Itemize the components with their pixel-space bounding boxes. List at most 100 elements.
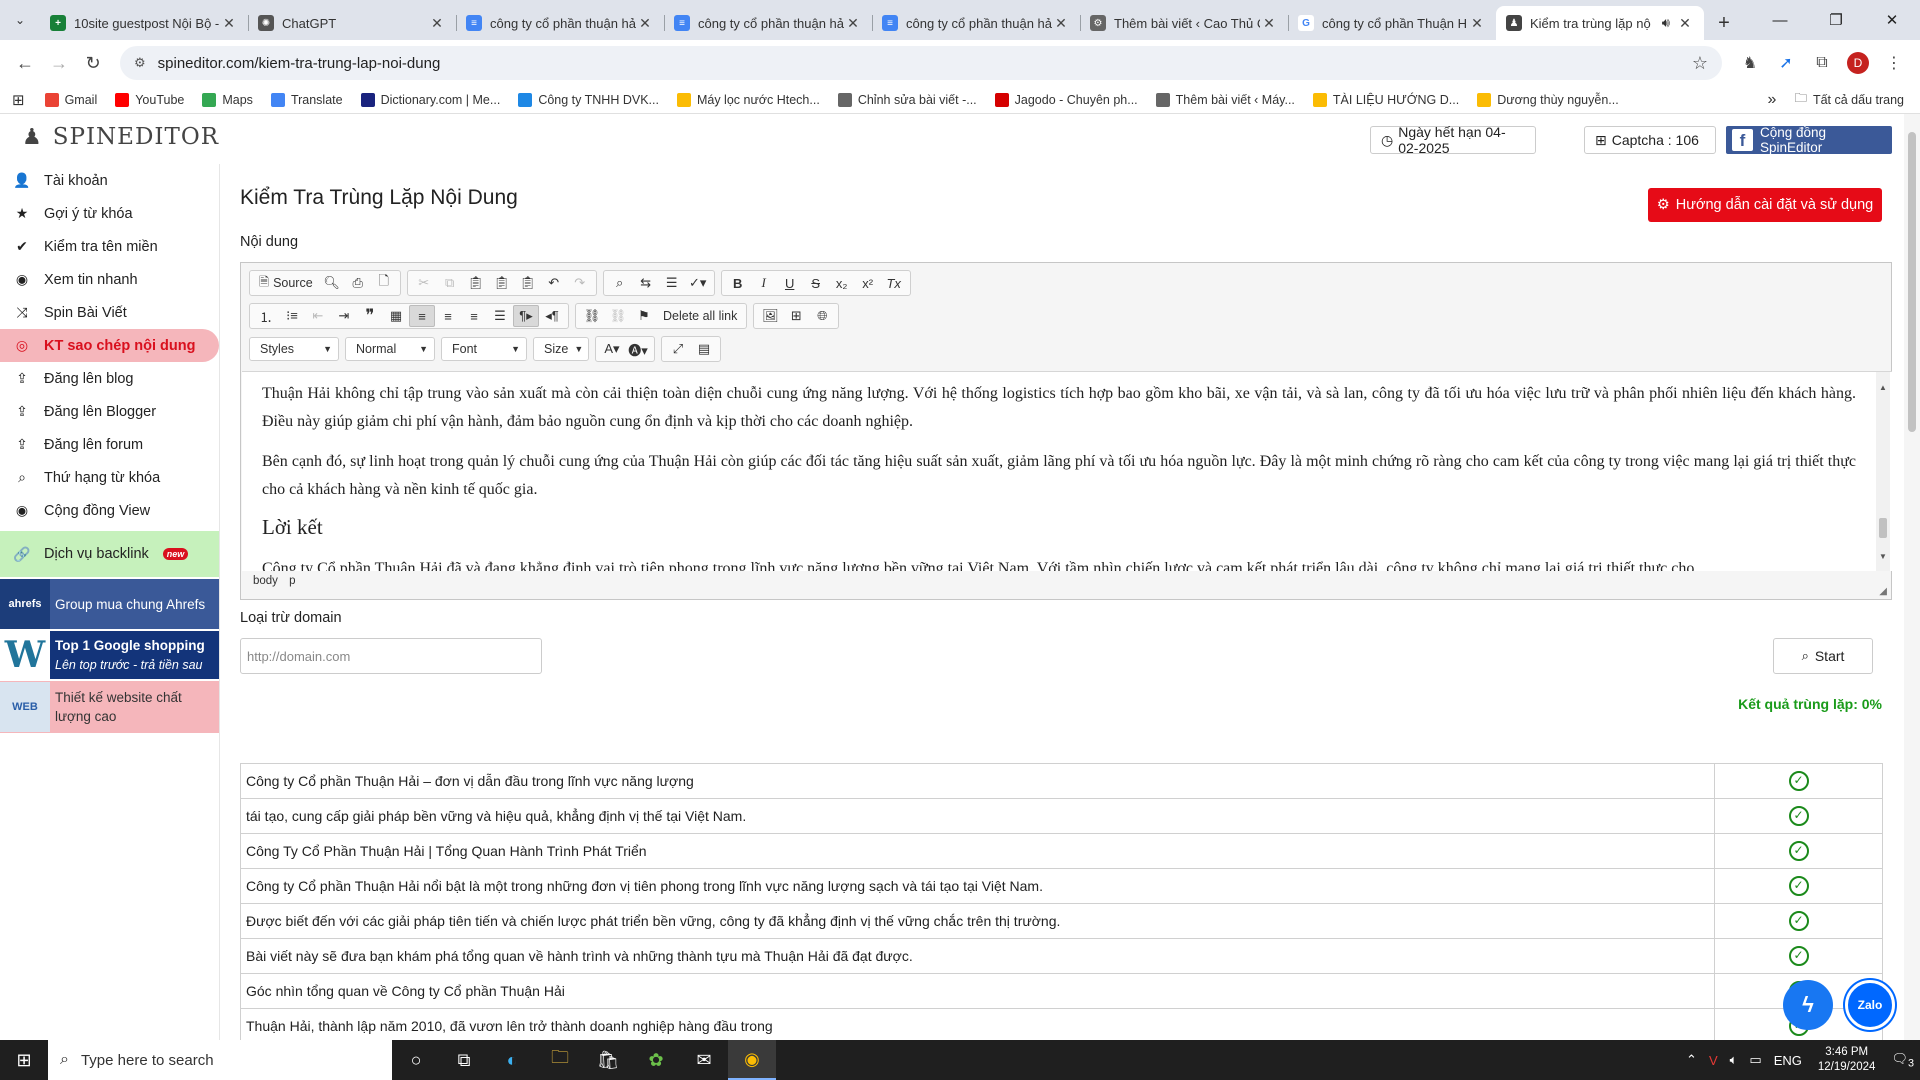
unlink-icon[interactable]: ⛓ xyxy=(605,305,631,327)
new-tab-button[interactable]: + xyxy=(1704,6,1744,40)
bg-color-icon[interactable]: 🅐▾ xyxy=(625,338,651,360)
italic-icon[interactable]: I xyxy=(751,272,777,294)
tray-chevron-icon[interactable]: ⌃ xyxy=(1686,1052,1697,1068)
sidebar-item[interactable]: 👤 Tài khoản xyxy=(0,164,219,197)
show-blocks-icon[interactable]: ▤ xyxy=(691,338,717,360)
tab-close-icon[interactable]: ✕ xyxy=(1260,15,1278,32)
find-icon[interactable]: ⌕ xyxy=(607,272,633,294)
sidebar-item[interactable]: ⇪ Đăng lên blog xyxy=(0,362,219,395)
subscript-icon[interactable]: x₂ xyxy=(829,272,855,294)
extensions-puzzle-icon[interactable]: ⧉ xyxy=(1804,46,1840,80)
scroll-up-icon[interactable]: ▲ xyxy=(1876,374,1890,402)
superscript-icon[interactable]: x² xyxy=(855,272,881,294)
start-button[interactable]: ⌕ Start xyxy=(1773,638,1873,674)
more-bookmarks-button[interactable]: » xyxy=(1768,91,1777,109)
taskbar-search[interactable]: ⌕ Type here to search xyxy=(48,1040,392,1080)
redo-icon[interactable]: ↷ xyxy=(567,272,593,294)
windows-start-icon[interactable]: ⊞ xyxy=(0,1040,48,1080)
mail-icon[interactable]: ✉ xyxy=(680,1040,728,1080)
tab-close-icon[interactable]: ✕ xyxy=(1052,15,1070,32)
tab-audio-icon[interactable]: 🔊︎ xyxy=(1662,15,1670,31)
promo-ahrefs[interactable]: ahrefs Group mua chung Ahrefs xyxy=(0,579,219,629)
delete-all-link-button[interactable]: Delete all link xyxy=(657,305,743,327)
justify-icon[interactable]: ☰ xyxy=(487,305,513,327)
path-body[interactable]: body xyxy=(253,575,278,587)
extension-icon[interactable]: ♞ xyxy=(1732,46,1768,80)
bookmark-item[interactable]: Jagodo - Chuyên ph... xyxy=(994,92,1138,107)
strikethrough-icon[interactable]: S xyxy=(803,272,829,294)
sidebar-item[interactable]: ✔ Kiểm tra tên miền xyxy=(0,230,219,263)
bookmark-item[interactable]: Chỉnh sửa bài viết -... xyxy=(837,92,977,107)
sidebar-item-backlink[interactable]: 🔗 Dịch vụ backlink new xyxy=(0,531,219,577)
bulleted-list-icon[interactable]: ⁝≡ xyxy=(279,305,305,327)
back-icon[interactable]: ← xyxy=(8,46,42,80)
align-right-icon[interactable]: ≡ xyxy=(461,305,487,327)
outdent-icon[interactable]: ⇤ xyxy=(305,305,331,327)
link-icon[interactable]: ⛓ xyxy=(579,305,605,327)
browser-tab[interactable]: ≡ công ty cổ phần thuận hả ✕ xyxy=(456,6,664,40)
browser-menu-icon[interactable]: ⋮ xyxy=(1876,46,1912,80)
bookmark-star-icon[interactable]: ☆ xyxy=(1692,53,1708,74)
indent-icon[interactable]: ⇥ xyxy=(331,305,357,327)
all-bookmarks-button[interactable]: 🗀 Tất cả dấu trang xyxy=(1794,89,1904,110)
table-icon[interactable]: ⊞ xyxy=(783,305,809,327)
size-select[interactable]: Size ▼ xyxy=(533,337,589,361)
editor-scrollbar[interactable]: ▲ ▼ xyxy=(1876,372,1890,571)
format-select[interactable]: Normal ▼ xyxy=(345,337,435,361)
tab-close-icon[interactable]: ✕ xyxy=(428,15,446,32)
underline-icon[interactable]: U xyxy=(777,272,803,294)
task-view-icon[interactable]: ⧉ xyxy=(440,1040,488,1080)
guide-button[interactable]: ⚙ Hướng dẫn cài đặt và sử dụng xyxy=(1648,188,1882,222)
path-p[interactable]: p xyxy=(289,575,295,587)
browser-tab[interactable]: ♟ Kiểm tra trùng lặp nộ 🔊︎ ✕ xyxy=(1496,6,1704,40)
sidebar-item[interactable]: ◎ KT sao chép nội dung xyxy=(0,329,219,362)
spellcheck-icon[interactable]: ✓▾ xyxy=(685,272,711,294)
sidebar-item[interactable]: ⇪ Đăng lên Blogger xyxy=(0,395,219,428)
select-all-icon[interactable]: ☰ xyxy=(659,272,685,294)
blockquote-icon[interactable]: ❞ xyxy=(357,305,383,327)
tab-search-button[interactable]: ⌄ xyxy=(0,0,40,40)
chrome-icon[interactable]: ◉ xyxy=(728,1040,776,1080)
bookmark-item[interactable]: Công ty TNHH DVK... xyxy=(518,92,659,107)
bookmark-item[interactable]: YouTube xyxy=(115,92,184,107)
reload-icon[interactable]: ↻ xyxy=(76,46,110,80)
paste-word-icon[interactable]: 📋︎ xyxy=(515,272,541,294)
minimize-icon[interactable]: — xyxy=(1752,0,1808,40)
styles-select[interactable]: Styles ▼ xyxy=(249,337,339,361)
browser-tab[interactable]: +10site guestpost Nội Bộ - ✕ xyxy=(40,6,248,40)
image-icon[interactable]: 🖼︎ xyxy=(757,305,783,327)
browser-tab[interactable]: Gcông ty cổ phần Thuận H ✕ xyxy=(1288,6,1496,40)
tab-close-icon[interactable]: ✕ xyxy=(220,15,238,32)
store-icon[interactable]: 🛍︎ xyxy=(584,1040,632,1080)
ltr-icon[interactable]: ¶▸ xyxy=(513,305,539,327)
bookmark-item[interactable]: Gmail xyxy=(44,92,97,107)
editor-content-area[interactable]: Thuận Hải không chỉ tập trung vào sản xu… xyxy=(242,371,1892,571)
replace-icon[interactable]: ⇆ xyxy=(633,272,659,294)
remove-format-icon[interactable]: Tx xyxy=(881,272,907,294)
cortana-icon[interactable]: ○ xyxy=(392,1040,440,1080)
preview-icon[interactable]: 🔍︎ xyxy=(319,272,345,294)
paste-text-icon[interactable]: 📋︎ xyxy=(489,272,515,294)
file-explorer-icon[interactable]: 🗀 xyxy=(536,1040,584,1080)
undo-icon[interactable]: ↶ xyxy=(541,272,567,294)
bookmark-item[interactable]: TÀI LIỆU HƯỚNG D... xyxy=(1312,92,1459,107)
font-select[interactable]: Font ▼ xyxy=(441,337,527,361)
extension-icon-2[interactable]: ➚ xyxy=(1768,46,1804,80)
community-button[interactable]: f Cộng đồng SpinEditor xyxy=(1726,125,1892,155)
site-logo[interactable]: ♟ SPINEDITOR xyxy=(22,124,219,150)
source-button[interactable]: 🗎 Source xyxy=(253,272,319,294)
bookmark-item[interactable]: Thêm bài viết ‹ Máy... xyxy=(1155,92,1295,107)
site-info-icon[interactable]: ⚙ xyxy=(134,55,146,71)
align-center-icon[interactable]: ≡ xyxy=(435,305,461,327)
sidebar-item[interactable]: ⇪ Đăng lên forum xyxy=(0,428,219,461)
promo-website[interactable]: WEB Thiết kế website chất lượng cao xyxy=(0,681,219,733)
close-window-icon[interactable]: ✕ xyxy=(1864,0,1920,40)
bookmark-item[interactable]: Dictionary.com | Me... xyxy=(360,92,500,107)
browser-tab[interactable]: ⚙ Thêm bài viết ‹ Cao Thủ C ✕ xyxy=(1080,6,1288,40)
volume-icon[interactable]: 🔈︎ xyxy=(1730,1052,1738,1068)
notification-icon[interactable]: 🗨︎3 xyxy=(1891,1051,1914,1070)
text-color-icon[interactable]: A▾ xyxy=(599,338,625,360)
bookmark-item[interactable]: Translate xyxy=(270,92,343,107)
page-scrollbar[interactable] xyxy=(1904,114,1920,1040)
div-container-icon[interactable]: ▦ xyxy=(383,305,409,327)
